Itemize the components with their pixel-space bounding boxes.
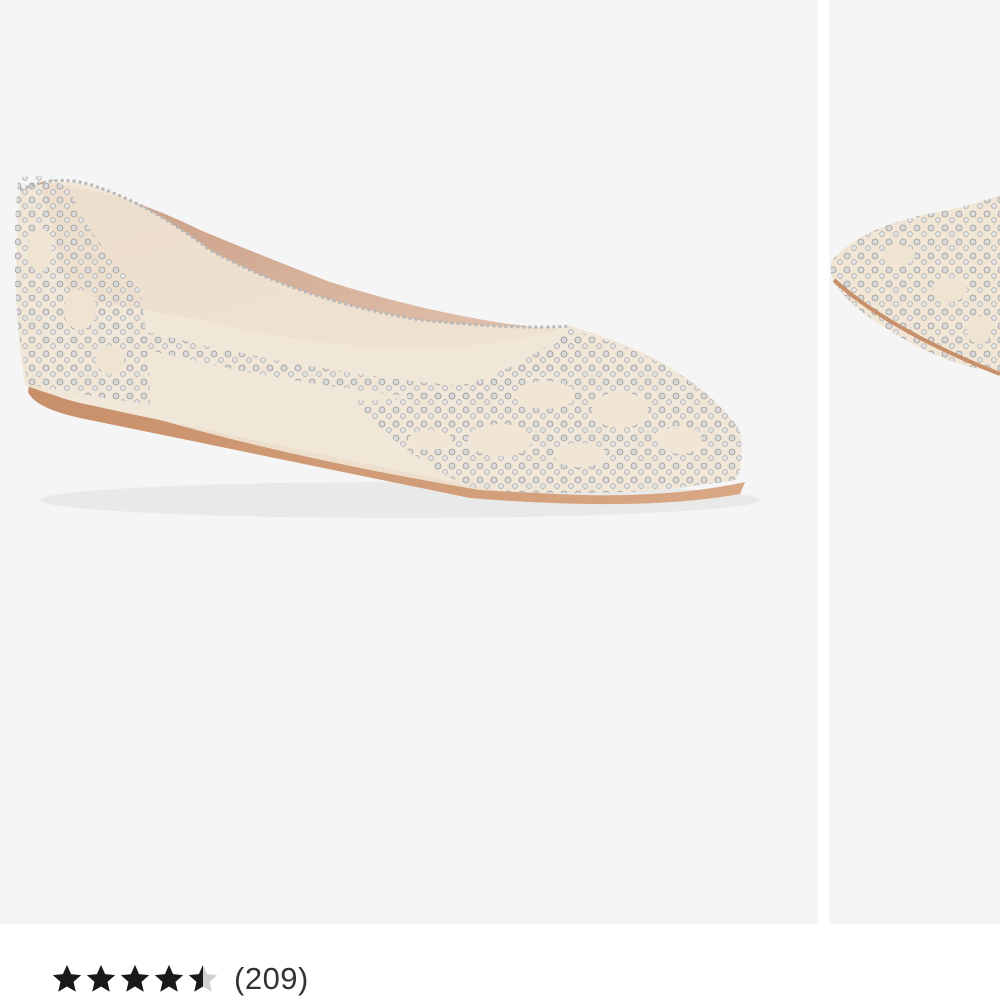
rating-summary[interactable]: (209) [50,958,309,1000]
star-icon [86,964,116,992]
star-icon [154,964,184,992]
star-icon [120,964,150,992]
product-image-next[interactable] [829,0,1000,924]
embellished-flat-shoe-alt-image [831,195,1000,376]
embellished-flat-shoe-image [14,175,760,518]
product-image-main[interactable] [0,0,818,924]
star-rating [50,962,220,996]
product-image-carousel[interactable] [0,0,1000,924]
star-half-icon [188,964,218,992]
star-icon [52,964,82,992]
review-count[interactable]: (209) [234,962,309,996]
